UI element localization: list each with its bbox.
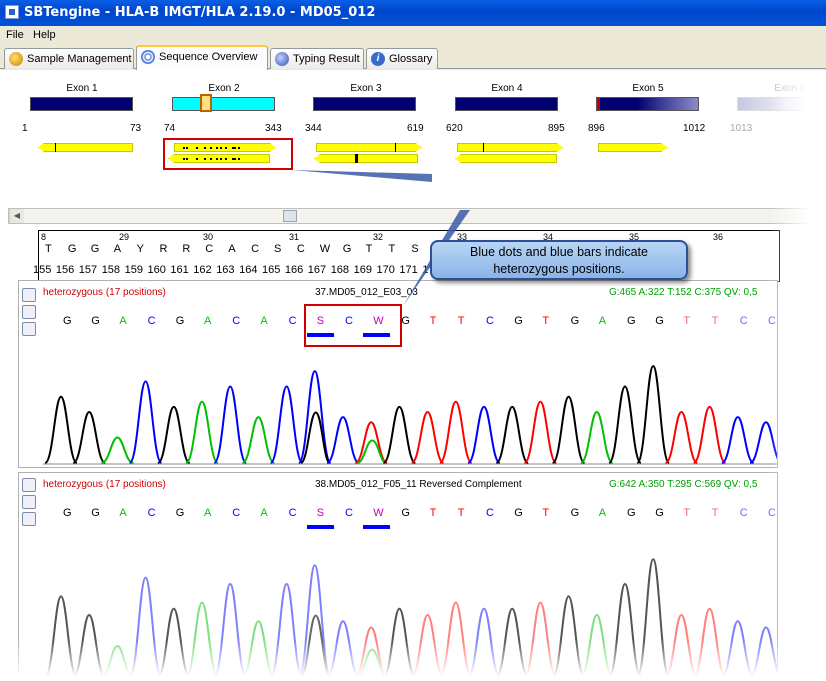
tab-bar: Sample Management Sequence Overview Typi… <box>0 45 826 70</box>
sequence-overview-icon <box>141 50 155 64</box>
sequence-overview-panel: Exon 1 Exon 2 Exon 3 Exon 4 Exon 5 Exon … <box>0 70 826 681</box>
tab-sample-management[interactable]: Sample Management <box>4 48 134 69</box>
app-window: SBTengine - HLA-B IMGT/HLA 2.19.0 - MD05… <box>0 0 826 681</box>
title-bar: SBTengine - HLA-B IMGT/HLA 2.19.0 - MD05… <box>0 0 826 26</box>
menu-help[interactable]: Help <box>33 29 56 41</box>
tab-sequence-overview[interactable]: Sequence Overview <box>136 45 268 70</box>
tab-glossary[interactable]: i Glossary <box>366 48 438 69</box>
annotation-callout: Blue dots and blue bars indicate heteroz… <box>430 240 688 280</box>
tab-typing-result[interactable]: Typing Result <box>270 48 364 69</box>
menu-file[interactable]: File <box>6 29 24 41</box>
tab-label: Sequence Overview <box>159 51 258 63</box>
window-title: SBTengine - HLA-B IMGT/HLA 2.19.0 - MD05… <box>24 5 376 20</box>
typing-result-icon <box>275 52 289 66</box>
sample-management-icon <box>9 52 23 66</box>
info-icon: i <box>371 52 385 66</box>
app-icon <box>5 5 19 19</box>
tab-label: Sample Management <box>27 53 132 65</box>
menu-bar: File Help <box>0 26 826 45</box>
callout-pointers <box>292 170 470 306</box>
tab-label: Glossary <box>389 53 433 65</box>
tab-label: Typing Result <box>293 53 360 65</box>
